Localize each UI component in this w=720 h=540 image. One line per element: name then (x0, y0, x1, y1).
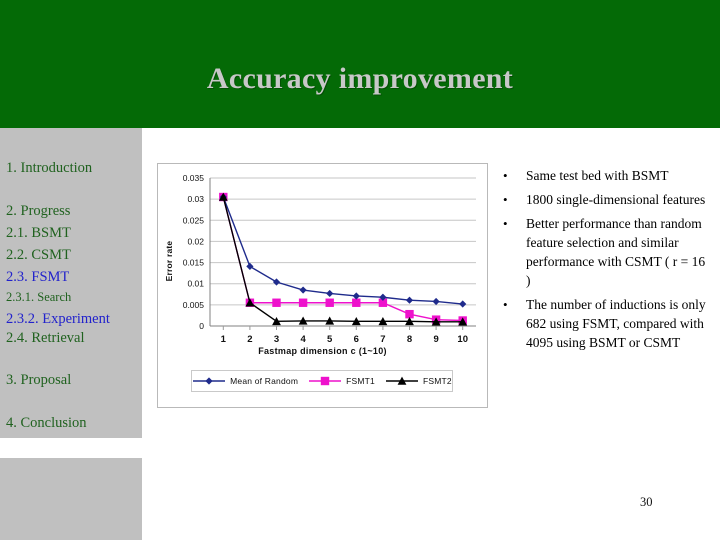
line-chart-svg: 0 0.005 0.01 0.015 0.02 0.025 0.03 0.035 1 2 3 4 5 6 7… (183, 173, 476, 345)
series-line-mean-of-random (222, 196, 463, 305)
x-tick-label: 2 (247, 334, 252, 345)
bullet-text: Better performance than random feature s… (526, 216, 706, 288)
x-tick-label: 7 (380, 334, 385, 345)
bullet-text: 1800 single-dimensional features (526, 192, 706, 207)
legend-square-icon (309, 376, 342, 386)
data-point-marker (352, 298, 361, 307)
outline-sidebar: 1. Introduction 2. Progress 2.1. BSMT 2.2. … (0, 128, 146, 540)
x-tick-label: 4 (300, 334, 306, 345)
bullet-marker-icon: • (503, 297, 508, 312)
y-tick-label: 0.02 (187, 236, 204, 246)
x-tick-label: 9 (433, 334, 438, 345)
bullet-text: Same test bed with BSMT (526, 168, 669, 183)
x-tick-label: 3 (274, 334, 279, 345)
bullet-item: • The number of inductions is only 682 us… (496, 295, 712, 352)
bullet-marker-icon: • (503, 168, 508, 183)
legend-entry: Mean of Random (192, 375, 298, 387)
sidebar-item-4-conclusion[interactable]: 4. Conclusion (6, 416, 87, 431)
bullet-marker-icon: • (503, 216, 508, 231)
data-point-marker (246, 262, 254, 270)
data-point-marker (272, 298, 281, 307)
y-tick-label: 0.005 (183, 300, 205, 310)
data-point-marker (326, 289, 334, 298)
y-tick-label: 0.035 (183, 173, 205, 183)
y-tick-label: 0.03 (187, 194, 204, 204)
x-tick-label: 1 (221, 334, 227, 345)
bullet-item: • 1800 single-dimensional features (496, 190, 712, 209)
sidebar-item-3-proposal[interactable]: 3. Proposal (6, 373, 71, 388)
data-point-marker (405, 296, 414, 304)
legend-triangle-icon (386, 376, 418, 385)
x-tick-label: 6 (354, 334, 359, 345)
y-tick-label: 0.025 (183, 215, 205, 225)
data-point-marker (352, 292, 360, 300)
bullet-marker-icon: • (503, 192, 508, 207)
legend-entry: FSMT1 (308, 375, 375, 387)
legend-label: FSMT2 (423, 376, 452, 386)
legend-entry: FSMT2 (385, 375, 452, 387)
sidebar-item-2-progress[interactable]: 2. Progress (6, 204, 70, 219)
sidebar-item-2-3-fsmt[interactable]: 2.3. FSMT (6, 270, 69, 285)
x-tick-label: 8 (407, 334, 412, 345)
legend-label: FSMT1 (346, 376, 375, 386)
sidebar-item-2-1-bsmt[interactable]: 2.1. BSMT (6, 226, 71, 241)
page-title: Accuracy improvement (206, 62, 514, 95)
sidebar-item-2-4-retrieval[interactable]: 2.4. Retrieval (6, 331, 85, 346)
y-tick-label: 0.01 (187, 279, 204, 289)
series-line-fsmt1 (222, 196, 463, 322)
chart-panel: Error rate 0 0.005 0.01 0.015 0.02 0.025 0.03 0… (157, 163, 488, 408)
x-axis-title: Fastmap dimension c (1~10) (258, 346, 387, 356)
bullet-item: • Better performance than random feature … (496, 214, 712, 290)
plot-area: Error rate 0 0.005 0.01 0.015 0.02 0.025 0.03 0… (158, 164, 487, 407)
data-point-marker (298, 298, 308, 307)
legend-diamond-icon (193, 377, 226, 385)
sidebar-item-2-3-2-experiment[interactable]: 2.3.2. Experiment (6, 312, 110, 327)
chart-legend: Mean of Random FSMT1 FSMT2 (191, 370, 453, 392)
page-number: 30 (640, 495, 653, 509)
data-point-marker (205, 377, 213, 385)
x-tick-label: 10 (457, 334, 468, 345)
data-point-marker (325, 298, 334, 307)
legend-label: Mean of Random (230, 376, 299, 386)
y-tick-label: 0 (199, 321, 204, 331)
data-point-marker (459, 300, 467, 308)
sidebar-item-2-2-csmt[interactable]: 2.2. CSMT (6, 248, 71, 263)
bullet-text: The number of inductions is only 682 usi… (526, 297, 706, 350)
bullet-item: • Same test bed with BSMT (496, 166, 712, 185)
y-tick-label: 0.015 (183, 258, 205, 268)
data-point-marker (272, 278, 281, 286)
outline-highlight-band (0, 438, 146, 458)
data-point-marker (320, 376, 330, 386)
sidebar-item-1-introduction[interactable]: 1. Introduction (6, 161, 92, 176)
data-point-marker (432, 297, 440, 306)
data-point-marker (299, 286, 307, 294)
x-tick-label: 5 (327, 334, 333, 345)
bullet-list: • Same test bed with BSMT • 1800 single-dim… (496, 166, 712, 357)
sidebar-item-2-3-1-search[interactable]: 2.3.1. Search (6, 291, 71, 304)
